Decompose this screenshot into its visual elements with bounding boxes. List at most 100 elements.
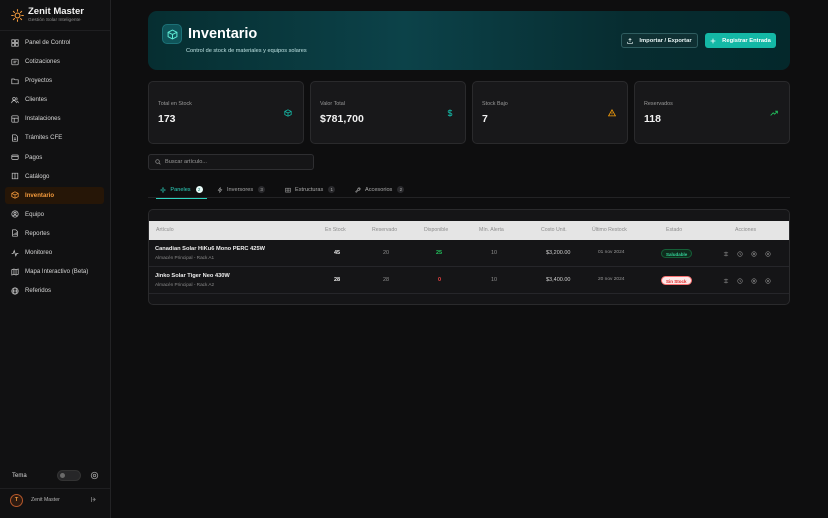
- sun-logo-icon: [11, 8, 24, 22]
- stock-value: 45: [334, 250, 341, 256]
- settings-icon[interactable]: [765, 251, 771, 257]
- stat-value: 118: [644, 113, 661, 125]
- unit-cost-value: $3,200.00: [546, 250, 571, 256]
- sidebar-item-mapa-interactivo[interactable]: Mapa Interactivo (Beta): [5, 263, 104, 280]
- sidebar-item-label: Proyectos: [25, 77, 53, 85]
- globe-icon: [11, 287, 19, 295]
- sidebar-item-inventario[interactable]: Inventario: [5, 186, 104, 204]
- sidebar-item-monitoreo[interactable]: Monitoreo: [5, 244, 104, 261]
- catalog-icon: [11, 172, 19, 180]
- sidebar-item-proyectos[interactable]: Proyectos: [5, 72, 104, 89]
- column-header: Artículo: [156, 227, 174, 233]
- sidebar-item-label: Clientes: [25, 96, 48, 104]
- register-entry-button[interactable]: Registrar Entrada: [705, 33, 776, 48]
- quote-icon: [11, 58, 19, 65]
- tab-count-badge: 2: [195, 186, 203, 193]
- sidebar-item-pagos[interactable]: Pagos: [5, 149, 104, 166]
- warning-icon: [608, 109, 616, 117]
- team-icon: [11, 210, 19, 218]
- stat-label: Total en Stock: [158, 101, 192, 107]
- row-actions: [723, 251, 779, 257]
- sidebar-item-cotizaciones[interactable]: Cotizaciones: [5, 53, 104, 70]
- sidebar-item-catalogo[interactable]: Catálogo: [5, 168, 104, 185]
- sidebar-item-instalaciones[interactable]: Instalaciones: [5, 110, 104, 127]
- reserved-value: 28: [383, 277, 390, 283]
- history-icon[interactable]: [737, 251, 743, 257]
- status-badge: Saludable: [661, 249, 693, 258]
- wallet-icon: [11, 154, 19, 160]
- view-icon[interactable]: [751, 251, 757, 257]
- brand-name: Zenit Master: [28, 6, 84, 17]
- search-icon: [155, 159, 161, 165]
- theme-toggle[interactable]: [57, 470, 81, 481]
- min-alert-value: 10: [491, 277, 498, 283]
- search-input[interactable]: [165, 159, 305, 165]
- adjust-stock-icon[interactable]: [723, 251, 729, 257]
- stat-label: Valor Total: [320, 101, 345, 107]
- restock-date: 20 nov 2024: [598, 277, 625, 282]
- brand[interactable]: Zenit Master Gestión Solar Inteligente: [11, 6, 84, 24]
- table-row[interactable]: Canadian Solar HiKu6 Mono PERC 425W Alma…: [149, 240, 789, 267]
- search-box: [148, 154, 314, 170]
- tab-paneles[interactable]: Paneles 2: [156, 181, 207, 199]
- sidebar-item-panel-de-control[interactable]: Panel de Control: [5, 34, 104, 51]
- stat-value: 7: [482, 113, 488, 125]
- tool-icon: [355, 187, 361, 193]
- upload-icon: [627, 37, 634, 44]
- table-row[interactable]: Jinko Solar Tiger Neo 430W Almacén Princ…: [149, 267, 789, 294]
- column-header: Reservado: [372, 227, 398, 233]
- sidebar-item-label: Panel de Control: [25, 39, 71, 46]
- stat-value: 173: [158, 113, 176, 125]
- tab-label: Inversores: [227, 186, 254, 193]
- sidebar-item-clientes[interactable]: Clientes: [5, 91, 104, 108]
- view-icon[interactable]: [751, 278, 757, 284]
- tab-label: Estructuras: [295, 186, 324, 193]
- stock-value: 28: [334, 277, 341, 283]
- stat-value: $781,700: [320, 113, 364, 125]
- sidebar-item-reportes[interactable]: Reportes: [5, 225, 104, 242]
- sidebar-item-tramites-cfe[interactable]: Trámites CFE: [5, 129, 104, 146]
- column-header: En Stock: [325, 227, 346, 233]
- available-value: 0: [438, 277, 442, 283]
- column-header: Costo Unit.: [541, 227, 567, 233]
- sidebar-item-equipo[interactable]: Equipo: [5, 206, 104, 223]
- sidebar-item-label: Equipo: [25, 210, 44, 218]
- box-icon: [11, 191, 19, 199]
- tab-accesorios[interactable]: Accesorios 2: [355, 181, 405, 198]
- history-icon[interactable]: [737, 278, 743, 284]
- stat-label: Reservados: [644, 101, 673, 107]
- user-profile[interactable]: T Zenit Master: [10, 492, 100, 508]
- tab-estructuras[interactable]: Estructuras 1: [285, 181, 336, 198]
- sidebar-item-referidos[interactable]: Referidos: [5, 282, 104, 299]
- stat-label: Stock Bajo: [482, 101, 508, 107]
- tab-label: Paneles: [170, 186, 191, 193]
- settings-icon[interactable]: [765, 278, 771, 284]
- user-name: Zenit Master: [31, 497, 60, 503]
- trend-up-icon: [770, 110, 778, 116]
- document-icon: [12, 134, 18, 142]
- import-export-button[interactable]: Importar / Exportar: [621, 33, 698, 48]
- installation-icon: [11, 115, 19, 123]
- logout-icon[interactable]: [90, 496, 97, 503]
- avatar: T: [10, 493, 23, 507]
- sidebar-item-label: Cotizaciones: [25, 58, 60, 66]
- sidebar-item-label: Instalaciones: [25, 115, 61, 123]
- tab-count-badge: 2: [397, 186, 405, 193]
- structure-icon: [285, 187, 291, 192]
- register-entry-label: Registrar Entrada: [722, 37, 771, 44]
- settings-icon[interactable]: [90, 471, 99, 480]
- tab-inversores[interactable]: Inversores 3: [217, 181, 266, 198]
- adjust-stock-icon[interactable]: [723, 278, 729, 284]
- column-header: Acciones: [735, 227, 757, 233]
- stat-card-total-value: Valor Total $781,700: [310, 81, 466, 144]
- tab-count-badge: 1: [328, 186, 336, 193]
- box-icon: [284, 109, 292, 117]
- column-header: Estado: [666, 227, 683, 233]
- page-subtitle: Control de stock de materiales y equipos…: [186, 48, 307, 54]
- box-icon: [167, 29, 177, 39]
- page-header: Inventario Control de stock de materiale…: [148, 11, 790, 70]
- page-title: Inventario: [188, 26, 258, 42]
- tab-label: Accesorios: [365, 186, 393, 193]
- sidebar-item-label: Reportes: [25, 229, 50, 237]
- bolt-icon: [217, 186, 223, 193]
